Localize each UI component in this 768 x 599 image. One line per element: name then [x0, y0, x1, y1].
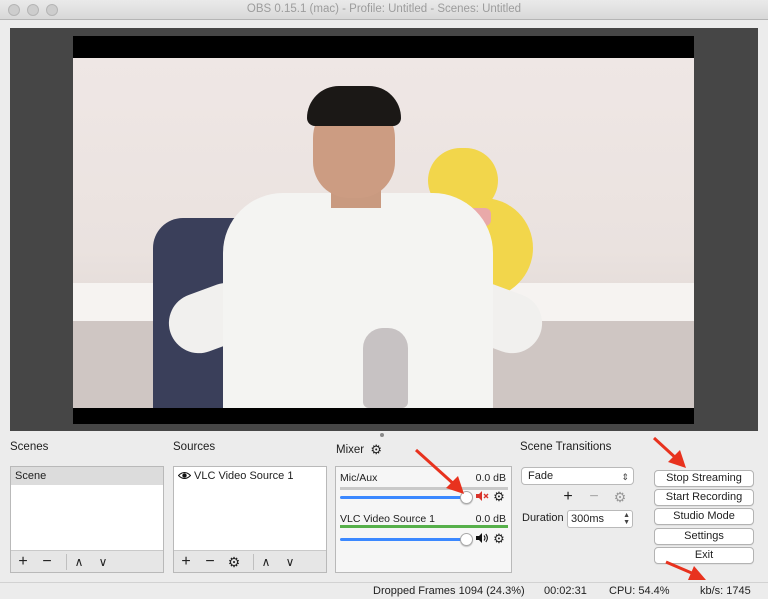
- preview-area[interactable]: [10, 28, 758, 431]
- status-bar: Dropped Frames 1094 (24.3%) 00:02:31 CPU…: [0, 582, 768, 599]
- splitter-handle[interactable]: [380, 433, 384, 437]
- move-source-up-icon[interactable]: ∧: [256, 552, 276, 572]
- cpu-usage: CPU: 54.4%: [609, 585, 670, 597]
- toolbar-divider: [253, 554, 254, 570]
- person-hair: [307, 86, 401, 126]
- vlc-settings-gear-icon[interactable]: ⚙: [492, 532, 506, 546]
- spin-arrows-icon[interactable]: ▲ ▼: [623, 512, 630, 526]
- volume-slider-knob[interactable]: [460, 533, 473, 546]
- select-updown-icon: ⇕: [621, 472, 629, 482]
- move-source-down-icon[interactable]: ∨: [280, 552, 300, 572]
- bitrate: kb/s: 1745: [700, 585, 751, 597]
- add-scene-icon[interactable]: +: [13, 552, 33, 572]
- duration-label: Duration: [522, 512, 564, 524]
- window-title: OBS 0.15.1 (mac) - Profile: Untitled - S…: [246, 3, 522, 15]
- muted-speaker-icon[interactable]: [475, 490, 489, 504]
- mixer-channel-db: 0.0 dB: [475, 513, 506, 525]
- transitions-title: Scene Transitions: [520, 441, 612, 453]
- visibility-eye-icon[interactable]: [178, 471, 191, 480]
- volume-meter-fill: [340, 525, 508, 528]
- mixer-gear-icon[interactable]: ⚙: [370, 442, 382, 458]
- scenes-title: Scenes: [10, 441, 49, 453]
- mic-settings-gear-icon[interactable]: ⚙: [492, 490, 506, 504]
- volume-slider[interactable]: [340, 538, 468, 541]
- sources-title: Sources: [173, 441, 216, 453]
- settings-button[interactable]: Settings: [654, 528, 754, 545]
- video-frame: [73, 58, 694, 408]
- duration-value: 300ms: [571, 513, 605, 525]
- add-source-icon[interactable]: +: [176, 552, 196, 572]
- scene-item[interactable]: Scene: [11, 467, 163, 485]
- add-transition-icon[interactable]: +: [559, 489, 577, 505]
- studio-mode-button[interactable]: Studio Mode: [654, 508, 754, 525]
- annotation-arrow-bitrate: [665, 560, 706, 580]
- preview-canvas[interactable]: [73, 36, 694, 424]
- source-properties-gear-icon[interactable]: ⚙: [224, 552, 244, 572]
- volume-meter: [340, 525, 508, 528]
- toolbar-divider: [66, 554, 67, 570]
- remove-scene-icon[interactable]: −: [37, 552, 57, 572]
- move-scene-up-icon[interactable]: ∧: [69, 552, 89, 572]
- source-item-label: VLC Video Source 1: [194, 470, 294, 482]
- title-bar: OBS 0.15.1 (mac) - Profile: Untitled - S…: [0, 0, 768, 20]
- annotation-arrow-mute: [414, 448, 464, 494]
- microphone: [363, 328, 408, 408]
- stream-time: 00:02:31: [544, 585, 587, 597]
- transition-select[interactable]: Fade ⇕: [521, 467, 634, 485]
- scenes-toolbar: + − ∧ ∨: [11, 550, 163, 572]
- mixer-title-text: Mixer: [336, 444, 365, 456]
- speaker-icon[interactable]: [475, 532, 489, 546]
- remove-source-icon[interactable]: −: [200, 552, 220, 572]
- sources-toolbar: + − ⚙ ∧ ∨: [174, 550, 326, 572]
- source-item[interactable]: VLC Video Source 1: [174, 467, 326, 485]
- transition-select-value: Fade: [528, 470, 554, 482]
- sources-list[interactable]: VLC Video Source 1 + − ⚙ ∧ ∨: [173, 466, 327, 573]
- dropped-frames: Dropped Frames 1094 (24.3%): [373, 585, 525, 597]
- duration-spinbox[interactable]: 300ms ▲ ▼: [567, 510, 633, 528]
- start-recording-button[interactable]: Start Recording: [654, 489, 754, 506]
- person-shirt: [223, 193, 493, 408]
- remove-transition-icon[interactable]: −: [585, 489, 603, 505]
- mixer-title: Mixer ⚙: [336, 441, 382, 457]
- mixer-channel-name: Mic/Aux: [340, 472, 378, 484]
- move-scene-down-icon[interactable]: ∨: [93, 552, 113, 572]
- scenes-list[interactable]: Scene + − ∧ ∨: [10, 466, 164, 573]
- mixer-channel-db: 0.0 dB: [475, 472, 506, 484]
- mixer-channel-name: VLC Video Source 1: [340, 513, 435, 525]
- annotation-arrow-stop-streaming: [652, 436, 686, 468]
- transition-properties-gear-icon[interactable]: ⚙: [611, 489, 629, 505]
